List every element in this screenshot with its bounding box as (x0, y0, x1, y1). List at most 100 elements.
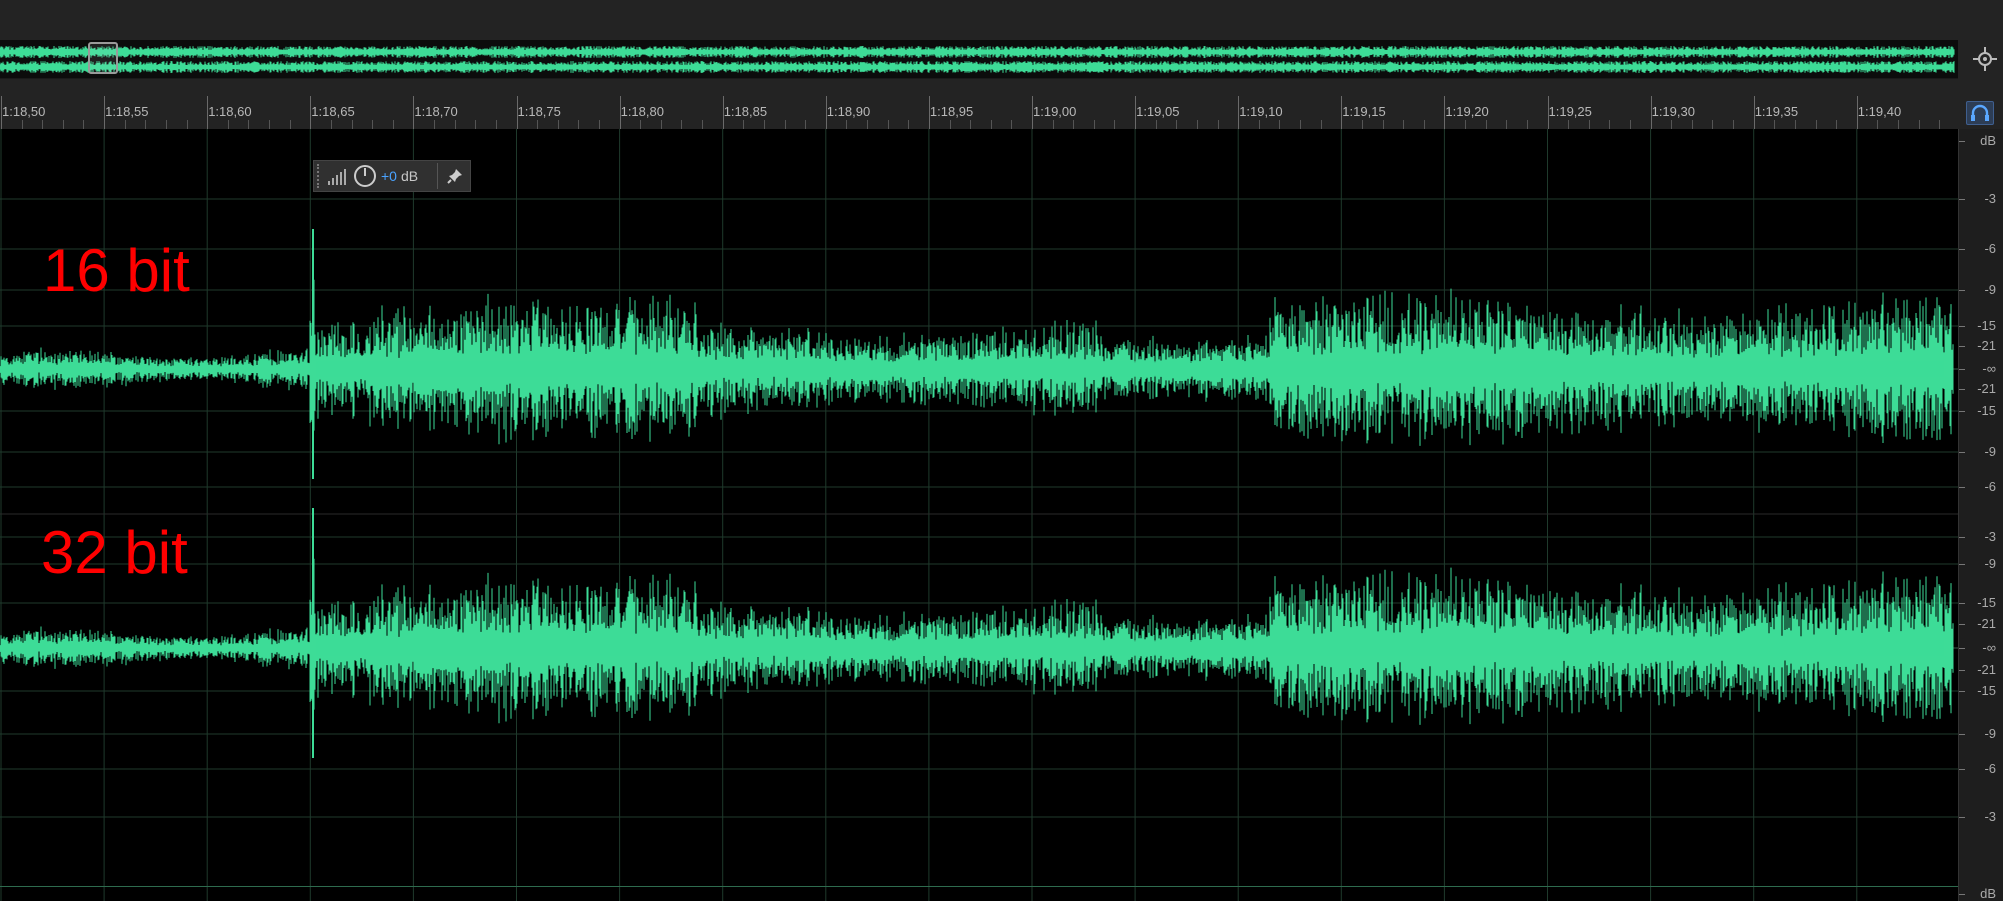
overview-waveform[interactable] (0, 40, 1958, 79)
db-scale-tick (1959, 670, 1965, 671)
ruler-minor-tick (1918, 120, 1920, 129)
db-scale-tick (1959, 369, 1965, 370)
ruler-minor-tick (990, 120, 992, 129)
ruler-minor-tick (1485, 120, 1487, 129)
db-scale-label: -21 (1977, 381, 1996, 396)
ruler-minor-tick (62, 120, 64, 129)
db-scale-label: -15 (1977, 595, 1996, 610)
db-scale-tick (1959, 452, 1965, 453)
db-scale-tick (1959, 648, 1965, 649)
ruler-minor-tick (702, 120, 704, 129)
ruler-time-label: 1:19,00 (1033, 104, 1077, 119)
db-scale-label: -6 (1984, 241, 1996, 256)
ruler-time-label: 1:19,30 (1651, 104, 1695, 119)
ruler-minor-tick (1155, 120, 1157, 129)
ruler-minor-tick (908, 120, 910, 129)
ruler-minor-tick (1114, 120, 1116, 129)
db-scale-tick (1959, 817, 1965, 818)
db-scale: dB -3 -6 -9 -15 -21 -∞ -21 -15 -9 -6 -3 -9 -15 -21 -∞ -2… (1958, 129, 2003, 901)
ruler-minor-tick (454, 120, 456, 129)
ruler-time-label: 1:19,10 (1239, 104, 1283, 119)
ruler-minor-tick (289, 120, 291, 129)
db-scale-label: -9 (1984, 556, 1996, 571)
ruler-minor-tick (867, 120, 869, 129)
ruler-time-label: 1:19,25 (1548, 104, 1592, 119)
gain-hud[interactable]: +0 dB (313, 160, 471, 192)
ruler-minor-tick (42, 120, 44, 129)
ruler-time-label: 1:18,60 (208, 104, 252, 119)
ruler-minor-tick (1877, 120, 1879, 129)
waveform-display[interactable] (0, 129, 1958, 901)
ruler-minor-tick (1052, 120, 1054, 129)
hud-drag-handle[interactable] (317, 164, 323, 188)
ruler-minor-tick (1939, 120, 1941, 129)
db-scale-label: -6 (1984, 761, 1996, 776)
ruler-minor-tick (1609, 120, 1611, 129)
ruler-minor-tick (557, 120, 559, 129)
ruler-minor-tick (269, 120, 271, 129)
waveform-editor[interactable] (0, 129, 1958, 901)
waveform-core-band (316, 640, 1944, 656)
ruler-minor-tick (681, 120, 683, 129)
db-scale-tick (1959, 603, 1965, 604)
gain-value[interactable]: +0 (381, 168, 397, 184)
ruler-minor-tick (248, 120, 250, 129)
ruler-minor-tick (1588, 120, 1590, 129)
ruler-time-label: 1:18,55 (105, 104, 149, 119)
ruler-minor-tick (949, 120, 951, 129)
ruler-minor-tick (330, 120, 332, 129)
ruler-minor-tick (578, 120, 580, 129)
ruler-time-label: 1:18,65 (311, 104, 355, 119)
db-scale-tick (1959, 346, 1965, 347)
db-scale-label: -3 (1984, 191, 1996, 206)
ruler-minor-tick (392, 120, 394, 129)
zoom-navigator-icon[interactable] (1972, 46, 1998, 72)
db-scale-label: -3 (1984, 809, 1996, 824)
ruler-minor-tick (970, 120, 972, 129)
time-ruler[interactable]: 1:18,50 1:18,55 1:18,60 1:18,65 1:18,70 1:18,… (0, 96, 1958, 130)
ruler-minor-tick (1403, 120, 1405, 129)
ruler-minor-tick (165, 120, 167, 129)
ruler-minor-tick (1691, 120, 1693, 129)
db-scale-label: -21 (1977, 616, 1996, 631)
ruler-minor-tick (351, 120, 353, 129)
waveform-core-band (316, 361, 1944, 377)
db-scale-tick (1959, 141, 1965, 142)
volume-meter-icon (328, 169, 346, 185)
ruler-time-label: 1:18,75 (517, 104, 561, 119)
ruler-minor-tick (1093, 120, 1095, 129)
overview-view-window[interactable] (88, 42, 118, 74)
db-scale-label: -9 (1984, 444, 1996, 459)
ruler-minor-tick (640, 120, 642, 129)
ruler-time-label: 1:18,95 (929, 104, 974, 119)
ruler-minor-tick (1361, 120, 1363, 129)
ruler-minor-tick (1258, 120, 1260, 129)
ruler-time-label: 1:19,05 (1136, 104, 1180, 119)
ruler-minor-tick (1073, 120, 1075, 129)
snap-button[interactable] (1966, 101, 1994, 125)
db-scale-label: -21 (1977, 662, 1996, 677)
db-scale-tick (1959, 537, 1965, 538)
ruler-minor-tick (1712, 120, 1714, 129)
ruler-minor-tick (1774, 120, 1776, 129)
ruler-minor-tick (1217, 120, 1219, 129)
ruler-minor-tick (21, 120, 23, 129)
ruler-minor-tick (1320, 120, 1322, 129)
ruler-minor-tick (537, 120, 539, 129)
ruler-minor-tick (1794, 120, 1796, 129)
db-scale-tick (1959, 691, 1965, 692)
db-scale-tick (1959, 389, 1965, 390)
gain-knob-icon[interactable] (353, 164, 377, 188)
db-scale-label: -∞ (1982, 361, 1996, 376)
ruler-minor-tick (743, 120, 745, 129)
ruler-minor-tick (1506, 120, 1508, 129)
ruler-minor-tick (1011, 120, 1013, 129)
pin-icon[interactable] (446, 167, 464, 185)
ruler-minor-tick (1629, 120, 1631, 129)
ruler-minor-tick (1568, 120, 1570, 129)
db-scale-label: -9 (1984, 726, 1996, 741)
ruler-minor-tick (434, 120, 436, 129)
db-scale-tick (1959, 734, 1965, 735)
gain-unit: dB (400, 168, 419, 184)
ruler-minor-tick (805, 120, 807, 129)
